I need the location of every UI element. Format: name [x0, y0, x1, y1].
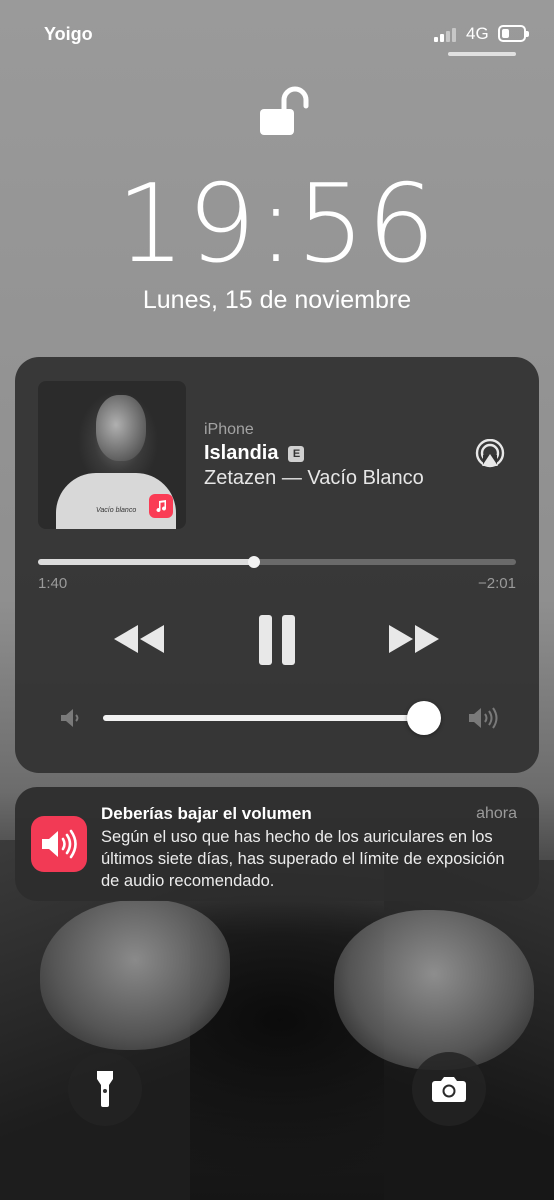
pause-icon-bar-left — [259, 615, 272, 665]
battery-fill — [502, 29, 509, 38]
scrubber-elapsed-fill — [38, 559, 255, 565]
now-playing-widget[interactable]: Vacío blanco iPhone Islandia E Zetazen —… — [15, 357, 539, 773]
flashlight-icon — [97, 1071, 113, 1107]
scrubber-knob[interactable] — [248, 556, 261, 568]
pause-button[interactable] — [257, 615, 297, 665]
notification-title: Deberías bajar el volumen — [101, 804, 312, 823]
album-artwork[interactable]: Vacío blanco — [38, 381, 186, 529]
remaining-time: −2:01 — [478, 575, 516, 592]
camera-button[interactable] — [412, 1052, 486, 1126]
volume-low-icon — [59, 707, 83, 729]
volume-slider[interactable] — [103, 701, 442, 735]
airplay-icon[interactable] — [473, 438, 507, 469]
control-center-indicator[interactable] — [448, 52, 516, 56]
fast-forward-icon — [389, 625, 439, 653]
pause-icon-bar-right — [282, 615, 295, 665]
rewind-icon — [114, 625, 164, 653]
wallpaper-hand-right — [334, 910, 534, 1070]
song-title: Islandia — [204, 442, 279, 464]
notification-body: Según el uso que has hecho de los auricu… — [101, 828, 505, 890]
volume-knob[interactable] — [407, 701, 442, 735]
artist-album: Zetazen — Vacío Blanco — [204, 467, 424, 489]
network-type: 4G — [466, 24, 489, 43]
artwork-face — [96, 395, 146, 461]
flashlight-button[interactable] — [68, 1052, 142, 1126]
status-bar: Yoigo 4G — [0, 0, 554, 60]
lock-screen-date: Lunes, 15 de noviembre — [142, 286, 412, 314]
artwork-caption: Vacío blanco — [96, 507, 137, 514]
signal-strength-icon — [434, 26, 462, 42]
lock-screen-time: 19:56 — [116, 162, 438, 287]
notification-time: ahora — [476, 805, 517, 822]
battery-icon — [498, 25, 529, 42]
rewind-button[interactable] — [112, 621, 166, 657]
song-title-row: Islandia E — [204, 442, 305, 465]
explicit-badge: E — [288, 445, 305, 462]
unlocked-padlock-icon — [258, 82, 314, 138]
carrier-name: Yoigo — [44, 24, 93, 44]
camera-icon — [432, 1077, 466, 1102]
elapsed-time: 1:40 — [38, 575, 68, 592]
apple-music-icon — [149, 494, 173, 518]
fast-forward-button[interactable] — [387, 621, 441, 657]
volume-high-icon — [467, 705, 503, 731]
playback-source: iPhone — [204, 421, 254, 438]
playback-scrubber[interactable] — [38, 556, 516, 568]
speaker-sound-icon — [31, 816, 87, 872]
volume-fill — [103, 715, 425, 721]
headphone-audio-notification[interactable]: Deberías bajar el volumen ahora Según el… — [15, 787, 539, 901]
wallpaper-hand-left — [40, 900, 230, 1050]
